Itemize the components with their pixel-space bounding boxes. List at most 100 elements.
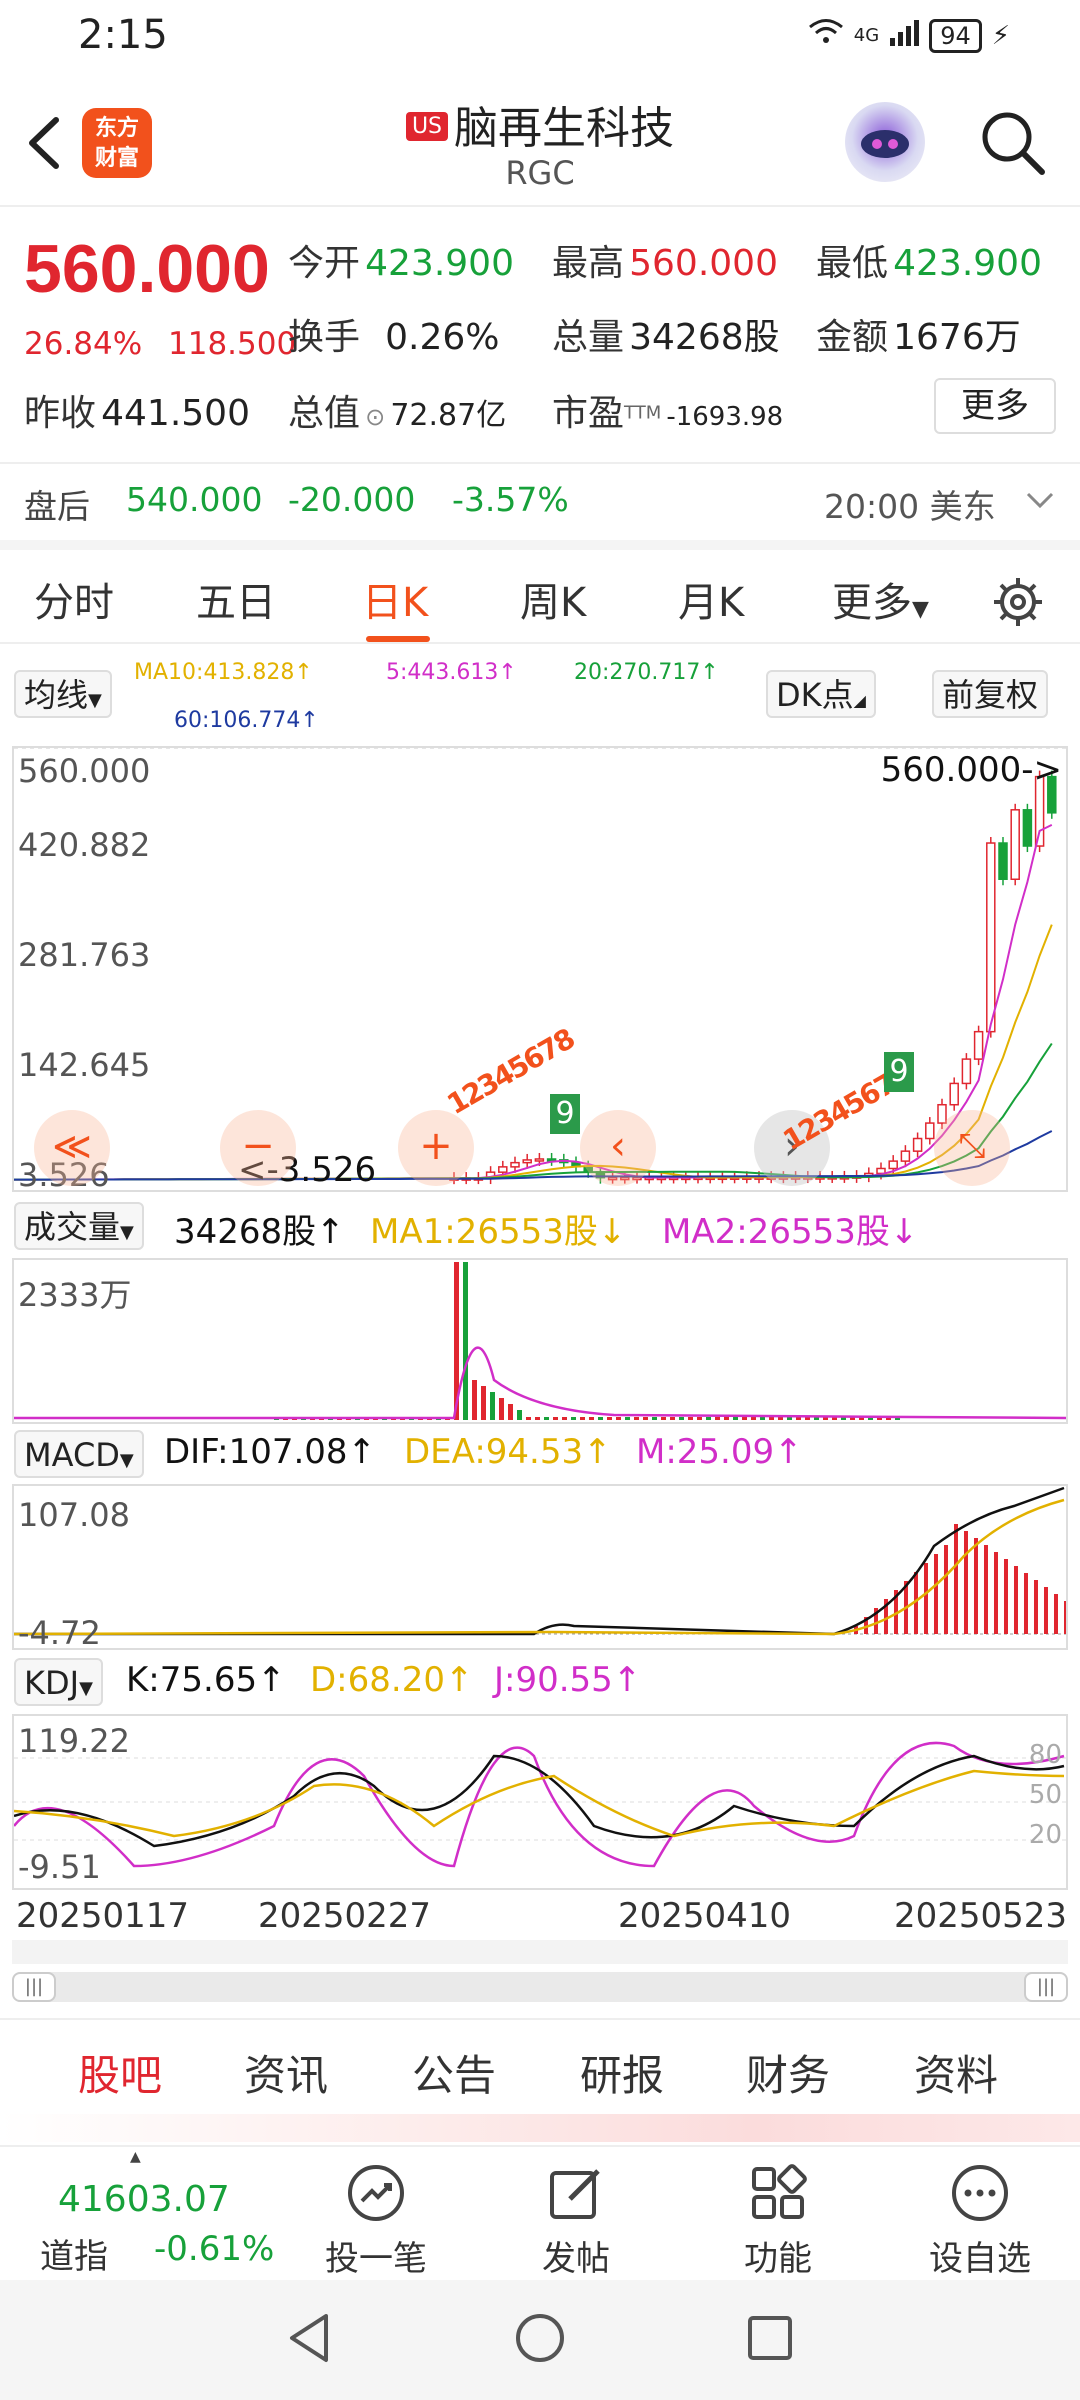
volume-value: 34268股↑ [174, 1212, 345, 1252]
more-quote-button[interactable]: 更多 [934, 378, 1056, 434]
kdj-k: K:75.65↑ [126, 1660, 286, 1700]
macd-y-bottom: -4.72 [18, 1614, 101, 1652]
high-field: 最高 560.000 [552, 243, 778, 284]
kdj-chart[interactable]: 119.22 -9.51 80 50 20 [12, 1714, 1068, 1890]
tab-daily-k[interactable]: 日K [362, 570, 428, 628]
date-label-2: 20250227 [258, 1896, 432, 1936]
chevron-down-icon[interactable] [1024, 484, 1056, 520]
turnover-field: 换手 0.26% [288, 317, 500, 358]
macd-canvas [14, 1486, 1066, 1636]
caret-up-icon: ▲ [130, 2149, 141, 2165]
range-scrollbar[interactable]: ||| ||| [12, 1972, 1068, 2002]
macd-histogram-bar [1004, 1559, 1008, 1634]
kdj-level-50: 50 [1028, 1780, 1062, 1810]
tab-intraday[interactable]: 分时 [34, 570, 114, 628]
tab-more[interactable]: 更多▼ [832, 570, 929, 628]
volume-canvas [14, 1262, 1066, 1420]
range-right-handle[interactable]: ||| [1024, 1972, 1068, 2002]
post-button[interactable]: 发帖 [506, 2161, 646, 2280]
search-button[interactable] [976, 106, 1048, 178]
candle-body [522, 1159, 532, 1164]
volume-bar [580, 1417, 585, 1420]
dropdown-arrow-icon: ▼ [912, 597, 929, 622]
ma-selector[interactable]: 均线▼ [14, 670, 112, 718]
tab-five-day[interactable]: 五日 [196, 570, 276, 628]
functions-button[interactable]: 功能 [708, 2161, 848, 2280]
add-watchlist-button[interactable]: 设自选 [910, 2161, 1050, 2280]
volume-field: 总量 34268股 [552, 317, 780, 358]
grid-icon [752, 2164, 807, 2219]
kdj-selector[interactable]: KDJ▼ [14, 1658, 103, 1706]
macd-y-top: 107.08 [18, 1496, 130, 1534]
macd-histogram-bar [984, 1545, 988, 1634]
kdj-d-line [14, 1769, 1065, 1838]
invest-button[interactable]: 投一笔 [306, 2161, 446, 2280]
zoom-out-button[interactable]: − [220, 1110, 296, 1186]
volume-bar [670, 1417, 675, 1420]
tab-finance[interactable]: 财务 [746, 2042, 830, 2103]
volume-bar [769, 1417, 774, 1420]
volume-bar [526, 1417, 531, 1420]
kdj-j-line [14, 1741, 1065, 1868]
index-value[interactable]: 41603.07 [58, 2179, 230, 2220]
range-left-handle[interactable]: ||| [12, 1972, 56, 2002]
macd-dif: DIF:107.08↑ [164, 1432, 377, 1472]
kdj-level-20: 20 [1028, 1820, 1062, 1850]
kdj-k-line [14, 1754, 1065, 1848]
kdj-y-top: 119.22 [18, 1722, 130, 1760]
assistant-robot-icon[interactable] [845, 102, 925, 182]
nav-home-icon[interactable] [512, 2310, 568, 2366]
chart-settings-button[interactable] [992, 576, 1044, 628]
tab-profile[interactable]: 资料 [914, 2042, 998, 2103]
scroll-left-button[interactable]: ‹ [580, 1110, 656, 1186]
kdj-y-bottom: -9.51 [18, 1848, 101, 1886]
volume-bar [607, 1417, 612, 1420]
market-badge: US [405, 112, 449, 141]
zoom-in-button[interactable]: + [398, 1110, 474, 1186]
macd-histogram-bar [934, 1554, 938, 1634]
volume-selector[interactable]: 成交量▼ [14, 1202, 144, 1250]
volume-bar [481, 1386, 486, 1420]
volume-bar [589, 1417, 594, 1420]
expand-chart-button[interactable]: ⤡ [934, 1110, 1010, 1186]
macd-chart[interactable]: 107.08 -4.72 [12, 1484, 1068, 1652]
after-hours-row[interactable]: 盘后 540.000 -20.000 -3.57% 20:00 美东 [0, 462, 1080, 537]
index-percent[interactable]: -0.61% [154, 2229, 274, 2269]
scroll-left-fast-button[interactable]: ≪ [34, 1110, 110, 1186]
volume-bar [652, 1417, 657, 1420]
nav-recents-icon[interactable] [742, 2310, 798, 2366]
volume-bar [679, 1417, 684, 1420]
kline-chart[interactable]: 560.000 420.882 281.763 142.645 3.526 56… [12, 746, 1068, 1194]
tab-guba[interactable]: 股吧 [78, 2042, 162, 2103]
battery-indicator: 94 [929, 18, 982, 53]
tab-research[interactable]: 研报 [580, 2042, 664, 2103]
volume-bar [616, 1417, 621, 1420]
macd-selector[interactable]: MACD▼ [14, 1430, 144, 1478]
volume-chart[interactable]: 2333万 [12, 1258, 1068, 1424]
index-name[interactable]: 道指 [40, 2229, 108, 2278]
candle-body [1022, 809, 1033, 847]
gear-icon [994, 578, 1042, 626]
tab-weekly-k[interactable]: 周K [520, 570, 586, 628]
nav-back-icon[interactable] [282, 2310, 338, 2366]
tab-monthly-k[interactable]: 月K [678, 570, 744, 628]
volume-bar [490, 1392, 495, 1420]
tab-news[interactable]: 资讯 [244, 2042, 328, 2103]
candle-body [949, 1082, 959, 1106]
macd-histogram-bar [964, 1531, 968, 1634]
info-icon[interactable]: ⊙ [365, 403, 385, 431]
ma20-value: 20:270.717↑ [574, 660, 719, 685]
kdj-level-80: 80 [1028, 1740, 1062, 1770]
ma5-line [14, 824, 1053, 1181]
date-label-3: 20250410 [618, 1896, 792, 1936]
tab-announcements[interactable]: 公告 [412, 2042, 496, 2103]
y-label-3: 281.763 [18, 936, 151, 974]
adjust-price-button[interactable]: 前复权 [932, 670, 1049, 718]
volume-bar [661, 1417, 666, 1420]
candle-body [498, 1166, 508, 1173]
dk-point-button[interactable]: DK点◢ [766, 670, 876, 718]
volume-ma2: MA2:26553股↓ [662, 1212, 919, 1252]
max-price-marker: 560.000-> [880, 750, 1062, 790]
system-nav-bar [0, 2280, 1080, 2400]
period-tabs: 分时 五日 日K 周K 月K 更多▼ [0, 540, 1080, 644]
